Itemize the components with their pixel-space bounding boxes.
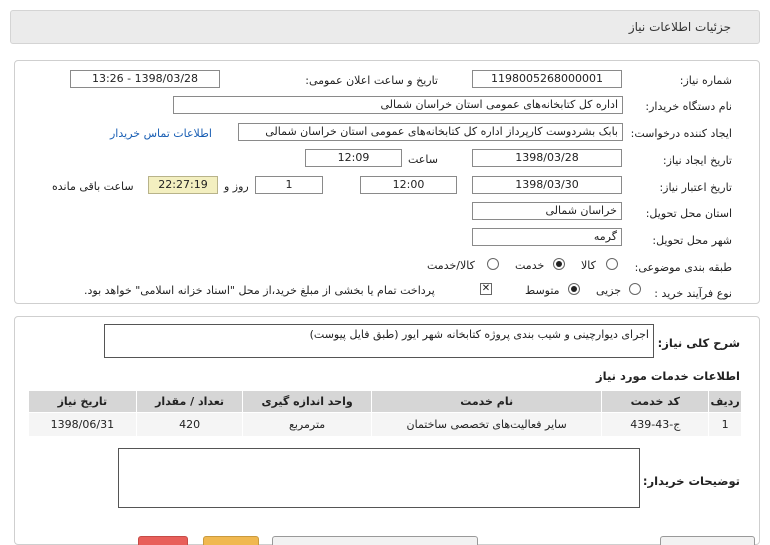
category-radio-goods-service[interactable] xyxy=(487,258,499,270)
created-time-field: 12:09 xyxy=(305,149,402,167)
purchase-radio-medium[interactable] xyxy=(568,283,580,295)
treasury-payment-checkbox[interactable]: ✕ xyxy=(480,283,492,295)
cell-row-number: 1 xyxy=(708,412,742,437)
action-button-gray[interactable] xyxy=(272,536,478,545)
purchase-label-minor: جزیی xyxy=(596,284,622,297)
requester-field: بابک بشردوست کارپرداز اداره کل کتابخانه‌… xyxy=(238,123,623,141)
action-button-red[interactable] xyxy=(138,536,188,545)
action-button-orange[interactable] xyxy=(203,536,259,545)
category-radio-service[interactable] xyxy=(553,258,565,270)
province-field: خراسان شمالی xyxy=(472,202,622,220)
purchase-type-label: نوع فرآیند خرید : xyxy=(654,287,732,300)
services-info-title: اطلاعات خدمات مورد نیاز xyxy=(596,369,740,383)
col-service-code: کد خدمت xyxy=(601,390,710,413)
panel-title: جزئیات اطلاعات نیاز xyxy=(628,20,731,34)
category-label-service: خدمت xyxy=(515,259,545,272)
delivery-city-label: شهر محل تحویل: xyxy=(652,234,732,247)
requester-label: ایجاد کننده درخواست: xyxy=(630,127,732,140)
valid-time-field: 12:00 xyxy=(360,176,457,194)
cell-unit: مترمربع xyxy=(242,412,372,437)
table-row: 1 ج-43-439 سایر فعالیت‌های تخصصی ساختمان… xyxy=(28,412,742,437)
need-created-date-label: تاریخ ایجاد نیاز: xyxy=(662,154,732,167)
table-header-row: ردیف کد خدمت نام خدمت واحد اندازه گیری ت… xyxy=(28,390,742,413)
remaining-label: ساعت باقی مانده xyxy=(52,180,134,193)
contact-buyer-link[interactable]: اطلاعات تماس خریدار xyxy=(110,127,212,140)
action-button-gray-right[interactable] xyxy=(660,536,755,545)
cell-service-name: سایر فعالیت‌های تخصصی ساختمان xyxy=(370,412,603,437)
city-field: گرمه xyxy=(472,228,622,246)
col-quantity: تعداد / مقدار xyxy=(135,390,244,413)
buyer-org-field: اداره کل کتابخانه‌های عمومی استان خراسان… xyxy=(173,96,623,114)
col-service-name: نام خدمت xyxy=(370,390,603,413)
treasury-payment-note: پرداخت تمام یا بخشی از مبلغ خرید،از محل … xyxy=(84,284,435,297)
col-need-date: تاریخ نیاز xyxy=(28,390,137,413)
category-label-goods: کالا xyxy=(581,259,596,272)
cell-quantity: 420 xyxy=(135,412,244,437)
buyer-notes-field xyxy=(118,448,640,508)
panel-header: جزئیات اطلاعات نیاز xyxy=(10,10,760,44)
need-valid-date-label: تاریخ اعتبار نیاز: xyxy=(659,181,732,194)
category-label: طبقه بندی موضوعی: xyxy=(634,261,732,274)
announce-datetime-label: تاریخ و ساعت اعلان عمومی: xyxy=(305,74,438,87)
created-date-field: 1398/03/28 xyxy=(472,149,622,167)
valid-date-field: 1398/03/30 xyxy=(472,176,622,194)
purchase-label-medium: متوسط xyxy=(525,284,560,297)
general-desc-label: شرح کلی نیاز: xyxy=(657,336,740,350)
col-row-number: ردیف xyxy=(708,390,742,413)
buyer-org-label: نام دستگاه خریدار: xyxy=(645,100,732,113)
need-number-label: شماره نیاز: xyxy=(679,74,732,87)
services-table: ردیف کد خدمت نام خدمت واحد اندازه گیری ت… xyxy=(28,390,742,437)
remaining-time-field: 22:27:19 xyxy=(148,176,218,194)
cell-need-date: 1398/06/31 xyxy=(28,412,137,437)
cell-service-code: ج-43-439 xyxy=(601,412,710,437)
delivery-province-label: استان محل تحویل: xyxy=(645,207,732,220)
col-unit: واحد اندازه گیری xyxy=(242,390,372,413)
announce-datetime-field: 1398/03/28 - 13:26 xyxy=(70,70,220,88)
created-time-label: ساعت xyxy=(408,153,438,166)
purchase-radio-minor[interactable] xyxy=(629,283,641,295)
category-label-goods-service: کالا/خدمت xyxy=(427,259,475,272)
need-number-field: 1198005268000001 xyxy=(472,70,622,88)
day-and-label: روز و xyxy=(224,180,249,193)
days-field: 1 xyxy=(255,176,323,194)
category-radio-goods[interactable] xyxy=(606,258,618,270)
general-desc-field: اجرای دیوارچینی و شیب بندی پروژه کتابخان… xyxy=(104,324,654,358)
buyer-notes-label: توضیحات خریدار: xyxy=(642,474,740,488)
